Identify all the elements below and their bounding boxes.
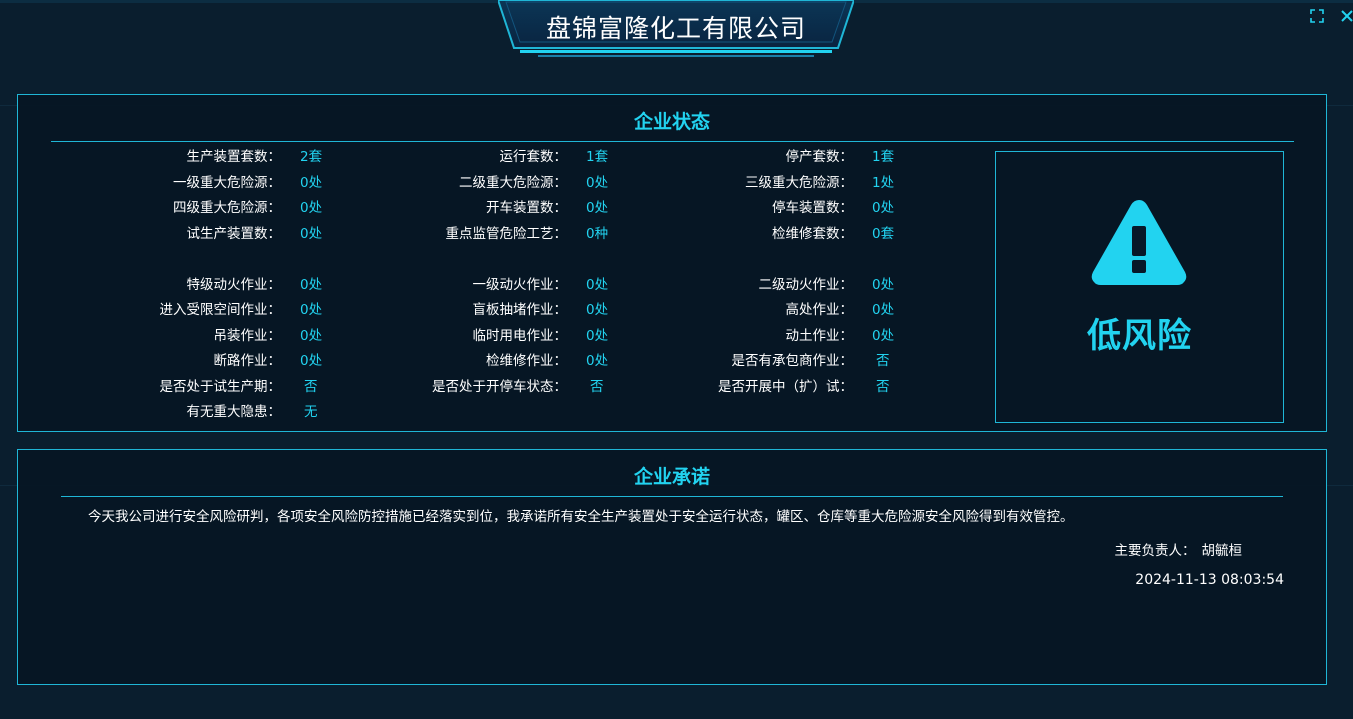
signer-name: 胡毓桓 [1201, 543, 1243, 559]
background-row [0, 690, 1353, 719]
status-field-label: 是否有承包商作业： [18, 351, 854, 371]
status-value: 0处 [872, 277, 895, 293]
signer: 主要负责人： 胡毓桓 [1115, 539, 1243, 559]
status-field-label: 动土作业： [18, 326, 854, 346]
status-field-label: 有无重大隐患： [18, 402, 282, 422]
status-label: 三级重大危险源： [745, 175, 853, 191]
title-plate: 盘锦富隆化工有限公司 [498, 0, 854, 58]
company-title: 盘锦富隆化工有限公司 [545, 14, 806, 43]
divider [51, 141, 1294, 142]
status-label: 是否有承包商作业： [731, 353, 854, 369]
status-value: 否 [876, 353, 890, 369]
warning-triangle-icon [1091, 200, 1187, 285]
enterprise-commitment-panel: 企业承诺 今天我公司进行安全风险研判，各项安全风险防控措施已经落实到位，我承诺所… [17, 449, 1327, 685]
signer-label: 主要负责人： [1114, 543, 1196, 559]
status-field-label: 检维修套数： [18, 224, 853, 244]
commitment-timestamp: 2024-11-13 08:03:54 [1135, 572, 1284, 588]
status-label: 动土作业： [785, 328, 854, 344]
risk-level-box: 低风险 [995, 151, 1284, 423]
status-value: 1套 [872, 149, 895, 165]
commitment-text: 今天我公司进行安全风险研判，各项安全风险防控措施已经落实到位，我承诺所有安全生产… [88, 509, 1074, 525]
status-value: 0处 [872, 328, 895, 344]
status-value: 否 [876, 379, 890, 395]
status-label: 是否开展中（扩）试： [718, 379, 853, 395]
status-field-label: 是否开展中（扩）试： [18, 377, 853, 397]
status-field-label: 停车装置数： [18, 198, 853, 218]
status-field-label: 停产套数： [18, 147, 854, 167]
status-field-label: 二级动火作业： [18, 275, 854, 295]
status-value: 1处 [872, 175, 895, 191]
status-value: 0套 [872, 226, 895, 242]
status-label: 二级动火作业： [758, 277, 854, 293]
status-value: 0处 [872, 200, 895, 216]
status-field-label: 高处作业： [18, 300, 854, 320]
status-field-label: 三级重大危险源： [18, 173, 853, 193]
status-label: 检维修套数： [772, 226, 853, 242]
status-label: 有无重大隐患： [186, 404, 282, 420]
status-label: 高处作业： [785, 302, 854, 318]
status-panel-title: 企业状态 [633, 111, 710, 133]
status-value: 0处 [872, 302, 895, 318]
enterprise-status-panel: 企业状态 生产装置套数： 2套 运行套数： 1套 停产套数： 1套 一级重大危险源： 0处 二级… [17, 94, 1327, 432]
status-label: 停产套数： [785, 149, 854, 165]
close-icon[interactable] [1337, 8, 1353, 28]
divider [61, 496, 1283, 497]
status-value: 无 [304, 404, 318, 420]
commitment-panel-title: 企业承诺 [633, 466, 710, 488]
risk-level-text: 低风险 [1087, 316, 1192, 356]
expand-icon[interactable] [1307, 8, 1327, 28]
status-label: 停车装置数： [772, 200, 853, 216]
